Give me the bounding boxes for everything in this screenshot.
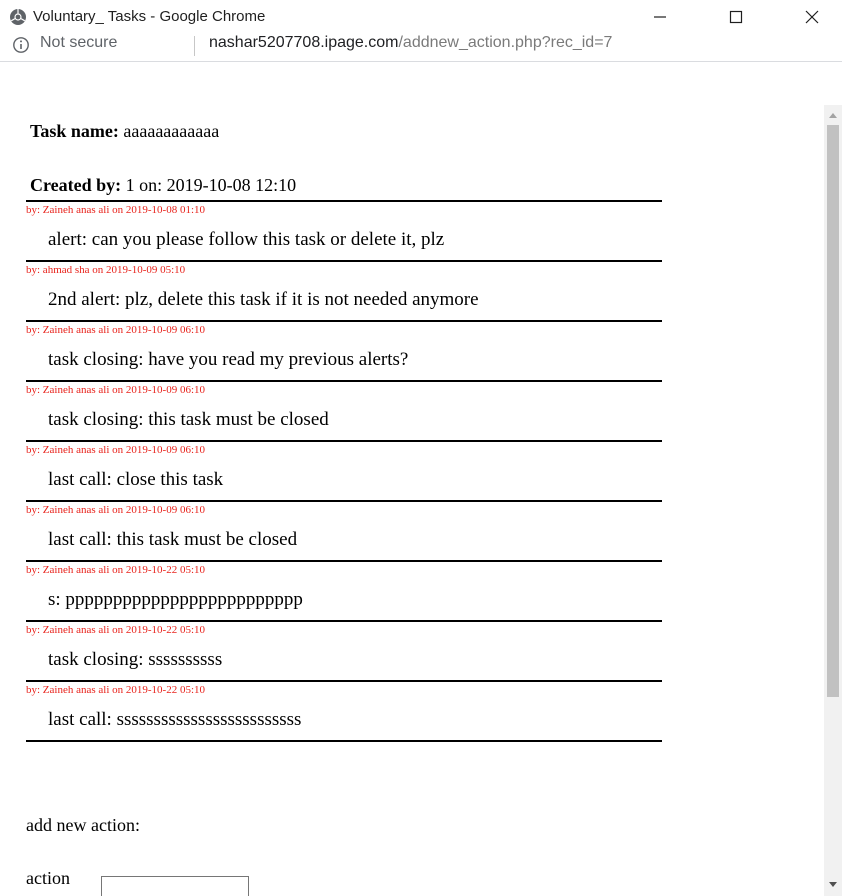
action-text: task closing: have you read my previous … [48,349,409,370]
close-icon [805,10,819,24]
task-name: Task name: aaaaaaaaaaaa [30,121,219,142]
action-entry: by: Zaineh anas ali on 2019-10-22 05:10 … [26,560,662,620]
action-field-label: action [26,868,70,888]
action-text: s: ppppppppppppppppppppppppp [48,589,303,610]
action-entry: by: Zaineh anas ali on 2019-10-09 06:10 … [26,320,662,380]
action-text: task closing: this task must be closed [48,409,329,430]
url-divider [194,36,195,56]
task-name-value: aaaaaaaaaaaa [123,121,220,141]
action-meta: by: Zaineh anas ali on 2019-10-22 05:10 [26,684,206,696]
minimize-button[interactable] [632,0,690,34]
action-meta: by: Zaineh anas ali on 2019-10-09 06:10 [26,384,206,396]
page-viewport: Task name: aaaaaaaaaaaa Created by: 1 on… [0,105,842,896]
window-title: Voluntary_ Tasks - Google Chrome [33,8,266,25]
action-entry: by: Zaineh anas ali on 2019-10-22 05:10 … [26,620,662,680]
action-list: by: Zaineh anas ali on 2019-10-08 01:10 … [26,200,662,742]
maximize-icon [729,10,743,24]
action-meta: by: ahmad sha on 2019-10-09 05:10 [26,264,186,276]
action-text: last call: close this task [48,469,224,490]
action-meta: by: Zaineh anas ali on 2019-10-22 05:10 [26,624,206,636]
info-icon[interactable] [12,36,30,54]
action-entry: by: Zaineh anas ali on 2019-10-09 06:10 … [26,440,662,500]
action-entry: by: Zaineh anas ali on 2019-10-08 01:10 … [26,200,662,260]
action-meta: by: Zaineh anas ali on 2019-10-09 06:10 [26,444,206,456]
url-host: nashar5207708.ipage.com [209,34,399,51]
security-label[interactable]: Not secure [40,34,117,52]
action-text: last call: this task must be closed [48,529,298,550]
action-meta: by: Zaineh anas ali on 2019-10-08 01:10 [26,204,206,216]
task-created-label: Created by: [30,175,122,195]
close-button[interactable] [784,0,842,34]
page-content: Task name: aaaaaaaaaaaa Created by: 1 on… [0,105,824,896]
url-path: /addnew_action.php?rec_id=7 [398,34,613,51]
action-text: last call: sssssssssssssssssssssssss [48,709,302,730]
browser-titlebar: Voluntary_ Tasks - Google Chrome Not sec… [0,0,842,62]
action-meta: by: Zaineh anas ali on 2019-10-22 05:10 [26,564,206,576]
vertical-scrollbar[interactable] [824,105,842,896]
action-entry: by: Zaineh anas ali on 2019-10-09 06:10 … [26,380,662,440]
title-row: Voluntary_ Tasks - Google Chrome [0,0,842,34]
minimize-icon [654,16,666,18]
chrome-icon [10,9,26,25]
action-input[interactable] [101,876,249,896]
action-text: 2nd alert: plz, delete this task if it i… [48,289,479,310]
scrollbar-thumb[interactable] [827,125,839,697]
scroll-up-icon[interactable] [828,111,838,119]
address-bar[interactable]: Not secure nashar5207708.ipage.com/addne… [0,34,842,62]
task-name-label: Task name: [30,121,119,141]
action-entry: by: Zaineh anas ali on 2019-10-22 05:10 … [26,680,662,742]
action-meta: by: Zaineh anas ali on 2019-10-09 06:10 [26,504,206,516]
url-text[interactable]: nashar5207708.ipage.com/addnew_action.ph… [209,34,612,52]
scroll-down-icon[interactable] [828,881,838,889]
action-text: task closing: ssssssssss [48,649,223,670]
action-entry: by: Zaineh anas ali on 2019-10-09 06:10 … [26,500,662,560]
action-entry: by: ahmad sha on 2019-10-09 05:10 2nd al… [26,260,662,320]
action-meta: by: Zaineh anas ali on 2019-10-09 06:10 [26,324,206,336]
maximize-button[interactable] [708,0,766,34]
add-action-heading: add new action: [26,815,140,835]
action-text: alert: can you please follow this task o… [48,229,445,250]
task-created: Created by: 1 on: 2019-10-08 12:10 [30,175,296,196]
task-created-value: 1 on: 2019-10-08 12:10 [125,175,297,195]
